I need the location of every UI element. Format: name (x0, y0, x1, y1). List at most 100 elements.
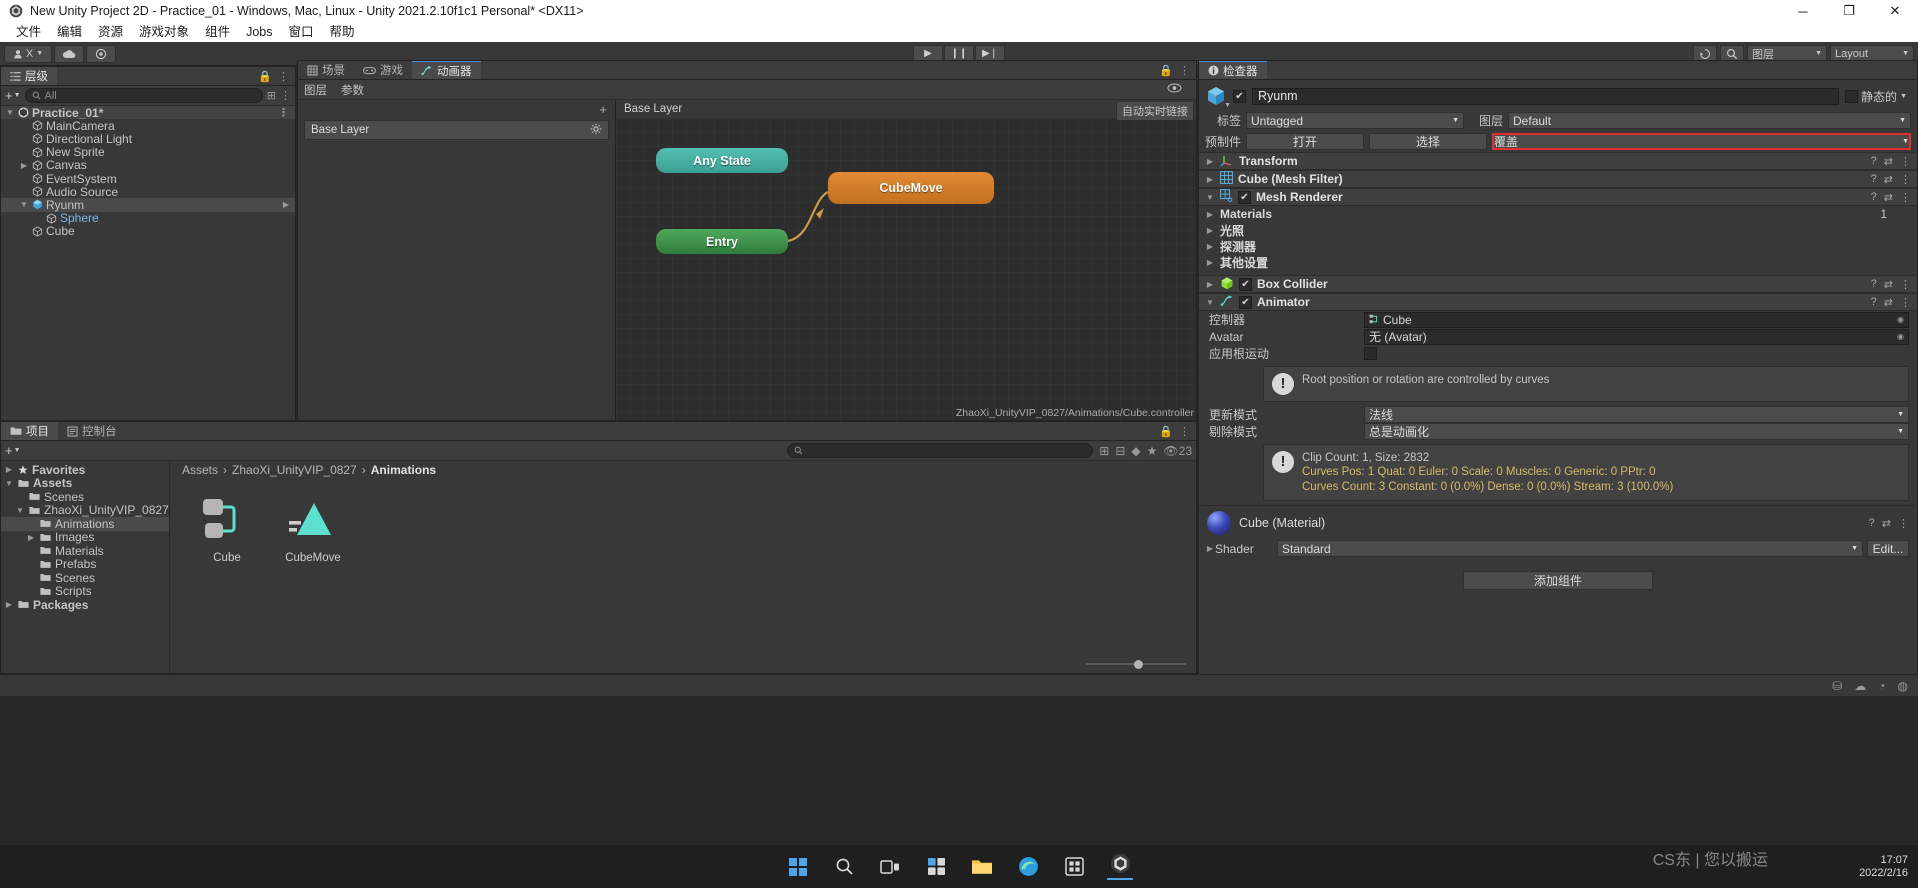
taskview-icon[interactable] (877, 854, 903, 880)
project-tree-item-images[interactable]: ▶ Images (1, 530, 169, 544)
state-node-any-state[interactable]: Any State (656, 148, 788, 173)
mesh-renderer-section-probes[interactable]: ▶ 探测器 (1199, 238, 1917, 254)
explorer-icon[interactable] (969, 854, 995, 880)
chevron-down-icon[interactable]: ▼ (15, 506, 25, 515)
create-object-button[interactable]: + ▼ (5, 88, 21, 103)
notification-icon[interactable]: ◔ (1878, 679, 1885, 693)
project-tree-item-favorites[interactable]: ▶ Favorites (1, 463, 169, 477)
chevron-right-icon[interactable]: ▶ (4, 465, 14, 474)
mesh-renderer-section-additional[interactable]: ▶ 其他设置 (1199, 254, 1917, 270)
filter-label-icon[interactable]: ◆ (1131, 444, 1140, 458)
search-icon[interactable] (831, 854, 857, 880)
menu-item-edit[interactable]: 编辑 (49, 22, 90, 42)
preset-icon[interactable]: ⇄ (1884, 155, 1893, 168)
preset-icon[interactable]: ⇄ (1884, 296, 1893, 309)
project-tree-item-scripts[interactable]: Scripts (1, 584, 169, 598)
more-options-icon[interactable]: ⋮ (1900, 191, 1911, 204)
slider-knob[interactable] (1134, 659, 1143, 669)
animator-state-graph[interactable]: Any State Entry CubeMove ZhaoXi_UnityVIP… (616, 118, 1196, 420)
mesh-renderer-section-lighting[interactable]: ▶ 光照 (1199, 222, 1917, 238)
tab-scene[interactable]: 场景 (298, 61, 354, 79)
help-icon[interactable]: ? (1871, 173, 1877, 186)
help-icon[interactable]: ? (1869, 517, 1875, 530)
project-tree-item-materials[interactable]: Materials (1, 544, 169, 558)
tab-game[interactable]: 游戏 (354, 61, 412, 79)
component-header-mesh-renderer[interactable]: ▼ ✔ Mesh Renderer ? ⇄ ⋮ (1199, 188, 1917, 206)
shader-edit-button[interactable]: Edit... (1867, 540, 1909, 558)
eye-icon[interactable] (1167, 83, 1182, 96)
collab-icon[interactable]: ⛁ (1832, 679, 1842, 693)
more-options-icon[interactable]: ⋮ (1900, 296, 1911, 309)
component-header-mesh-filter[interactable]: ▶ Cube (Mesh Filter) ? ⇄ ⋮ (1199, 170, 1917, 188)
minimize-button[interactable]: ─ (1780, 0, 1826, 22)
animator-enabled-checkbox[interactable]: ✔ (1239, 295, 1252, 309)
chevron-right-icon[interactable]: ▶ (1205, 226, 1215, 235)
hierarchy-item-ryunm[interactable]: ▼ Ryunm ▶ (1, 198, 295, 212)
hierarchy-item-practice-01[interactable]: ▼ Practice_01* ⋮ (1, 106, 295, 120)
mesh-renderer-section-materials[interactable]: ▶ Materials 1 (1199, 206, 1917, 222)
chevron-right-icon[interactable]: ▶ (1205, 258, 1215, 267)
preset-icon[interactable]: ⇄ (1884, 173, 1893, 186)
chevron-right-icon[interactable]: ▶ (1205, 175, 1215, 184)
chevron-down-icon[interactable]: ▼ (1205, 298, 1215, 307)
menu-item-component[interactable]: 组件 (197, 22, 238, 42)
cloud-status-icon[interactable]: ☁ (1854, 679, 1866, 693)
store-icon[interactable] (1061, 854, 1087, 880)
hierarchy-item-eventsystem[interactable]: EventSystem (1, 172, 295, 186)
layers-button[interactable] (86, 44, 116, 63)
edge-icon[interactable] (1015, 854, 1041, 880)
menu-item-assets[interactable]: 资源 (90, 22, 131, 42)
help-icon[interactable]: ? (1871, 296, 1877, 309)
more-options-icon[interactable]: ⋮ (1179, 64, 1190, 77)
settings-status-icon[interactable]: ◍ (1898, 679, 1908, 693)
project-tree-item-assets[interactable]: ▼ Assets (1, 476, 169, 490)
more-options-icon[interactable]: ⋮ (1898, 517, 1909, 530)
tab-hierarchy[interactable]: 层级 (1, 67, 57, 85)
hierarchy-item-cube[interactable]: Cube (1, 224, 295, 238)
object-name-field[interactable]: Ryunm (1252, 87, 1840, 105)
preset-icon[interactable]: ⇄ (1884, 191, 1893, 204)
animator-graph-pane[interactable]: Base Layer 自动实时链接 Any State Entry CubeMo… (616, 100, 1196, 420)
start-icon[interactable] (785, 854, 811, 880)
layer-dropdown[interactable]: Default ▼ (1508, 112, 1911, 129)
project-tree-item-zhaoxi-unityvip-0827[interactable]: ▼ ZhaoXi_UnityVIP_0827 (1, 503, 169, 517)
project-tree-item-packages[interactable]: ▶ Packages (1, 598, 169, 612)
chevron-down-icon[interactable]: ▼ (1224, 102, 1231, 109)
menu-item-gameobject[interactable]: 游戏对象 (131, 22, 197, 42)
tab-inspector[interactable]: 检查器 (1199, 61, 1267, 79)
tag-dropdown[interactable]: Untagged ▼ (1246, 112, 1464, 129)
apply-root-motion-checkbox[interactable] (1364, 347, 1377, 360)
project-search-input[interactable] (786, 443, 1094, 458)
hierarchy-item-sphere[interactable]: Sphere (1, 211, 295, 225)
mesh-renderer-enabled-checkbox[interactable]: ✔ (1238, 190, 1251, 204)
help-icon[interactable]: ? (1871, 155, 1877, 168)
chevron-right-icon[interactable]: ▶ (19, 161, 29, 170)
chevron-right-icon[interactable]: ▶ (26, 533, 36, 542)
box-collider-enabled-checkbox[interactable]: ✔ (1239, 277, 1252, 291)
asset-item-cubemove[interactable]: CubeMove (276, 492, 350, 564)
asset-item-cube[interactable]: Cube (190, 492, 264, 564)
cull-mode-dropdown[interactable]: 总是动画化 ▼ (1364, 423, 1909, 440)
clock[interactable]: 17:07 2022/2/16 (1859, 854, 1908, 879)
subtab-layers[interactable]: 图层 (304, 82, 327, 98)
object-picker-icon[interactable]: ◉ (1897, 332, 1904, 341)
preset-icon[interactable]: ⇄ (1882, 517, 1891, 530)
hierarchy-item-maincamera[interactable]: MainCamera (1, 119, 295, 133)
unity-icon[interactable] (1107, 853, 1133, 880)
component-header-animator[interactable]: ▼ ✔ Animator ? ⇄ ⋮ (1199, 293, 1917, 311)
chevron-right-icon[interactable]: ▶ (283, 200, 295, 209)
chevron-down-icon[interactable]: ▼ (4, 479, 14, 488)
cloud-button[interactable] (54, 44, 84, 63)
menu-item-file[interactable]: 文件 (8, 22, 49, 42)
project-tree-item-scenes[interactable]: Scenes (1, 490, 169, 504)
subtab-parameters[interactable]: 参数 (341, 82, 364, 98)
more-options-icon[interactable]: ⋮ (280, 89, 291, 102)
more-options-icon[interactable]: ⋮ (1900, 278, 1911, 291)
account-button[interactable]: X ▼ (4, 44, 52, 63)
chevron-right-icon[interactable]: ▶ (1205, 210, 1215, 219)
lock-icon[interactable]: 🔒 (258, 70, 272, 83)
favorite-icon[interactable]: ★ (1147, 444, 1158, 458)
chevron-down-icon[interactable]: ▼ (1205, 193, 1215, 202)
project-tree-item-scenes[interactable]: Scenes (1, 571, 169, 585)
layer-item-base[interactable]: Base Layer (304, 120, 609, 140)
